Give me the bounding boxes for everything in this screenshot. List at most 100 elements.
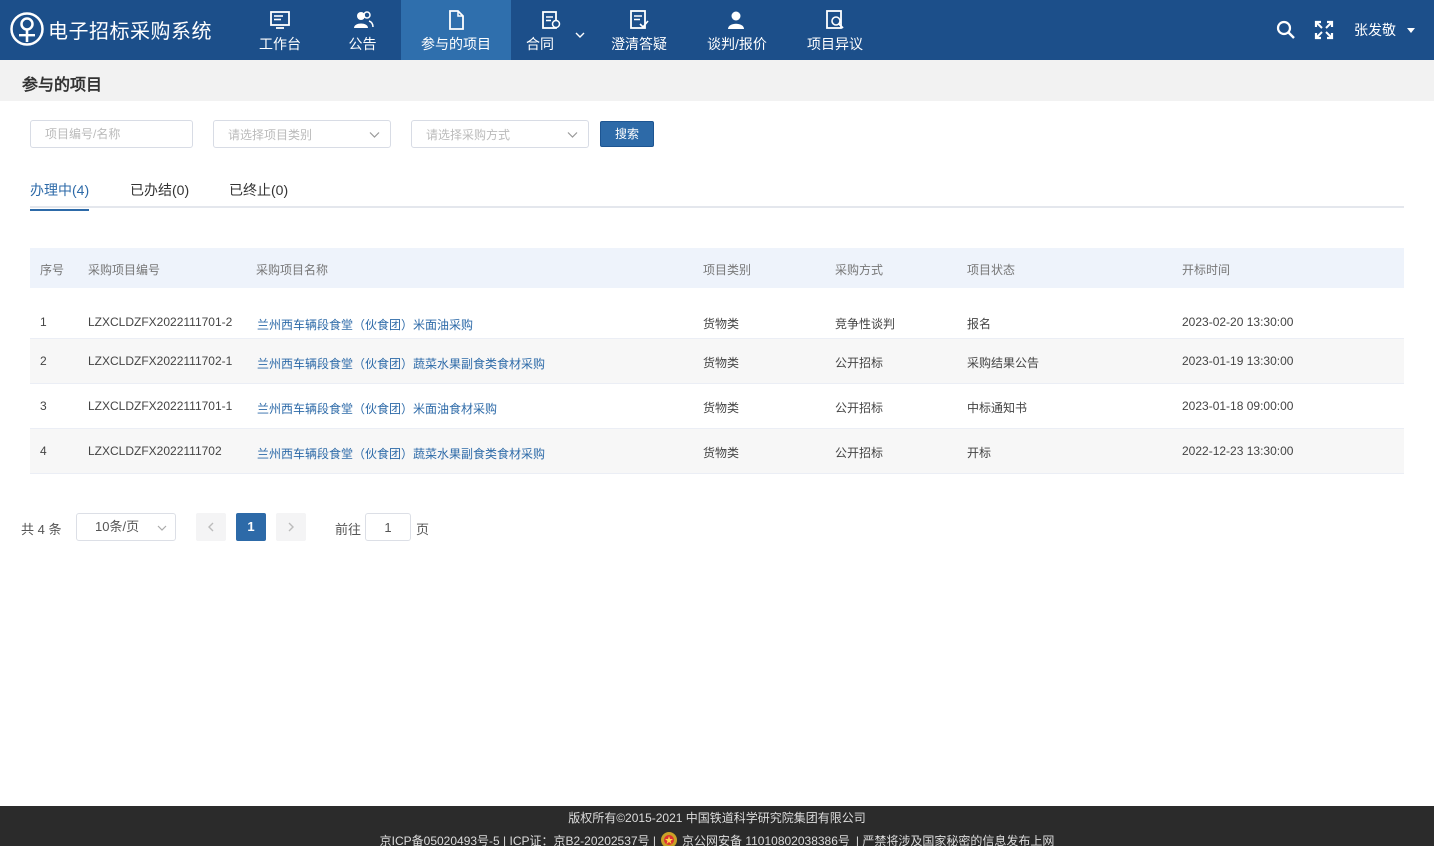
cell-index: 2 — [40, 354, 47, 368]
nav-item-workbench[interactable]: 工作台 — [236, 0, 324, 60]
top-right-tools: 张发敬 — [1258, 0, 1416, 60]
project-name-link[interactable]: 兰州西车辆段食堂（伙食团）蔬菜水果副食类食材采购 — [257, 355, 545, 372]
users-icon — [353, 10, 374, 28]
table-row: 2 LZXCLDZFX2022111702-1 兰州西车辆段食堂（伙食团）蔬菜水… — [30, 339, 1404, 384]
nav-label: 澄清答疑 — [611, 35, 667, 52]
footer-police-record[interactable]: 京公网安备 11010802038386号 — [682, 832, 850, 846]
column-header-open-time: 开标时间 — [1182, 263, 1231, 277]
footer-icp[interactable]: 京ICP备05020493号-5 | ICP证：京B2-20202537号 | — [380, 832, 656, 846]
user-name[interactable]: 张发敬 — [1354, 20, 1396, 40]
table-row: 3 LZXCLDZFX2022111701-1 兰州西车辆段食堂（伙食团）米面油… — [30, 384, 1404, 429]
cell-status: 开标 — [967, 446, 992, 460]
category-select-placeholder: 请选择项目类别 — [228, 127, 313, 142]
goto-label: 前往 — [335, 522, 362, 537]
tab-terminated[interactable]: 已终止(0) — [229, 180, 288, 209]
status-tabs: 办理中(4) 已办结(0) 已终止(0) — [30, 175, 1404, 211]
cell-category: 货物类 — [703, 356, 740, 370]
pagination-total: 共 4 条 — [21, 522, 62, 537]
nav-label: 项目异议 — [807, 35, 863, 52]
chevron-down-icon — [157, 525, 167, 531]
projects-table: 序号 采购项目编号 采购项目名称 项目类别 采购方式 项目状态 开标时间 1 L… — [30, 248, 1404, 474]
objection-icon — [826, 9, 844, 29]
cell-category: 货物类 — [703, 317, 740, 331]
cell-method: 公开招标 — [835, 356, 884, 370]
project-name-link[interactable]: 兰州西车辆段食堂（伙食团）米面油食材采购 — [257, 400, 497, 417]
column-header-index: 序号 — [40, 263, 65, 277]
cell-status: 中标通知书 — [967, 401, 1028, 415]
cell-index: 4 — [40, 444, 47, 458]
page-title: 参与的项目 — [22, 77, 103, 94]
cell-open-time: 2023-01-18 09:00:00 — [1182, 399, 1294, 413]
method-select[interactable]: 请选择采购方式 — [411, 120, 589, 148]
page-header: 参与的项目 — [0, 60, 1434, 101]
cell-project-code: LZXCLDZFX2022111702-1 — [88, 354, 233, 368]
chevron-down-icon — [369, 132, 380, 138]
nav-label: 合同 — [526, 35, 554, 52]
column-header-project-name: 采购项目名称 — [256, 263, 329, 277]
chevron-left-icon — [208, 522, 214, 532]
nav-label: 参与的项目 — [421, 35, 491, 52]
fullscreen-icon[interactable] — [1314, 20, 1334, 40]
nav-item-negotiation[interactable]: 谈判/报价 — [687, 0, 787, 60]
cell-open-time: 2023-02-20 13:30:00 — [1182, 315, 1294, 329]
keyword-search-input[interactable] — [30, 120, 193, 148]
column-header-status: 项目状态 — [967, 263, 1016, 277]
cell-project-code: LZXCLDZFX2022111701-1 — [88, 399, 233, 413]
table-row: 1 LZXCLDZFX2022111701-2 兰州西车辆段食堂（伙食团）米面油… — [30, 288, 1404, 339]
monitor-icon — [270, 10, 290, 29]
app-title: 电子招标采购系统 — [48, 20, 212, 43]
nav-item-announcement[interactable]: 公告 — [324, 0, 401, 60]
tab-in-progress[interactable]: 办理中(4) — [30, 180, 90, 211]
cell-method: 公开招标 — [835, 401, 884, 415]
column-header-project-code: 采购项目编号 — [88, 263, 161, 277]
cell-status: 报名 — [967, 317, 992, 331]
cell-method: 公开招标 — [835, 446, 884, 460]
search-button[interactable]: 搜索 — [600, 121, 654, 147]
chevron-down-icon — [575, 32, 585, 38]
cell-category: 货物类 — [703, 446, 740, 460]
nav-label: 工作台 — [259, 35, 301, 52]
table-header: 序号 采购项目编号 采购项目名称 项目类别 采购方式 项目状态 开标时间 — [30, 248, 1404, 288]
goto-page-input[interactable] — [365, 513, 411, 541]
railway-logo-icon — [10, 12, 44, 46]
nav-item-my-projects[interactable]: 参与的项目 — [401, 0, 511, 60]
nav-item-clarification[interactable]: 澄清答疑 — [591, 0, 687, 60]
chevron-down-icon — [567, 132, 578, 138]
app-logo[interactable]: 电子招标采购系统 — [10, 12, 212, 46]
nav-item-objection[interactable]: 项目异议 — [787, 0, 883, 60]
footer-notice: | 严禁将涉及国家秘密的信息发布上网 — [855, 833, 1055, 846]
footer: 版权所有©2015-2021 中国铁道科学研究院集团有限公司 京ICP备0502… — [0, 806, 1434, 846]
column-header-category: 项目类别 — [703, 263, 752, 277]
cell-category: 货物类 — [703, 401, 740, 415]
contract-icon — [542, 10, 561, 29]
cell-method: 竞争性谈判 — [835, 317, 896, 331]
project-name-link[interactable]: 兰州西车辆段食堂（伙食团）蔬菜水果副食类食材采购 — [257, 445, 545, 462]
top-navigation-bar: 电子招标采购系统 工作台 公告 参与的项目 合同 澄清答疑 谈判/报价 项目异议… — [0, 0, 1434, 60]
tab-completed[interactable]: 已办结(0) — [130, 180, 189, 209]
pagination: 共 4 条 10条/页 1 前往 页 — [0, 513, 1434, 541]
chevron-right-icon — [288, 522, 294, 532]
prev-page-button[interactable] — [196, 513, 226, 541]
goto-suffix: 页 — [416, 522, 430, 537]
caret-down-icon[interactable] — [1406, 25, 1416, 35]
clarify-icon — [630, 9, 649, 29]
nav-label: 谈判/报价 — [707, 35, 767, 52]
search-icon[interactable] — [1276, 20, 1296, 40]
cell-project-code: LZXCLDZFX2022111702 — [88, 444, 222, 458]
category-select[interactable]: 请选择项目类别 — [213, 120, 391, 148]
cell-project-code: LZXCLDZFX2022111701-2 — [88, 315, 233, 329]
negotiate-icon — [728, 11, 744, 29]
cell-index: 3 — [40, 399, 47, 413]
cell-open-time: 2023-01-19 13:30:00 — [1182, 354, 1294, 368]
nav-item-contract[interactable]: 合同 — [511, 0, 591, 60]
column-header-method: 采购方式 — [835, 263, 884, 277]
page-number-current[interactable]: 1 — [236, 513, 266, 541]
project-name-link[interactable]: 兰州西车辆段食堂（伙食团）米面油采购 — [257, 316, 473, 333]
page-size-value: 10条/页 — [95, 519, 140, 534]
document-icon — [449, 9, 464, 30]
cell-status: 采购结果公告 — [967, 356, 1040, 370]
next-page-button[interactable] — [276, 513, 306, 541]
footer-copyright: 版权所有©2015-2021 中国铁道科学研究院集团有限公司 — [568, 811, 866, 825]
police-badge-icon — [661, 832, 678, 846]
page-size-select[interactable]: 10条/页 — [76, 513, 176, 541]
